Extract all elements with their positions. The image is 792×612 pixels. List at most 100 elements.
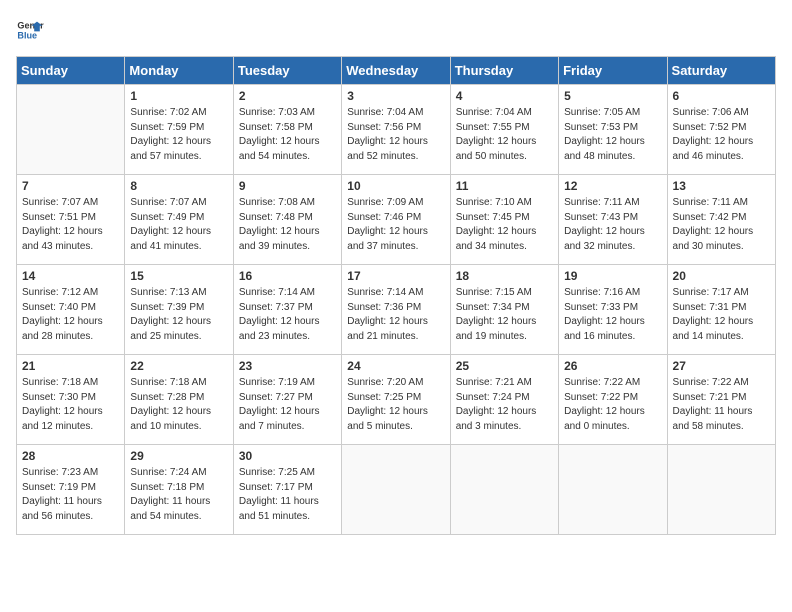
day-number: 1 [130, 89, 227, 103]
day-number: 2 [239, 89, 336, 103]
day-number: 11 [456, 179, 553, 193]
day-number: 5 [564, 89, 661, 103]
day-number: 4 [456, 89, 553, 103]
day-number: 26 [564, 359, 661, 373]
calendar-cell: 19 Sunrise: 7:16 AM Sunset: 7:33 PM Dayli… [559, 265, 667, 355]
calendar-cell [559, 445, 667, 535]
calendar-cell: 15 Sunrise: 7:13 AM Sunset: 7:39 PM Dayli… [125, 265, 233, 355]
logo: General Blue [16, 16, 44, 44]
calendar-cell [342, 445, 450, 535]
day-number: 6 [673, 89, 770, 103]
calendar-cell: 13 Sunrise: 7:11 AM Sunset: 7:42 PM Dayli… [667, 175, 775, 265]
calendar-cell: 18 Sunrise: 7:15 AM Sunset: 7:34 PM Dayli… [450, 265, 558, 355]
day-info: Sunrise: 7:11 AM Sunset: 7:42 PM Dayligh… [673, 196, 770, 254]
calendar-cell: 8 Sunrise: 7:07 AM Sunset: 7:49 PM Daylig… [125, 175, 233, 265]
calendar-cell: 5 Sunrise: 7:05 AM Sunset: 7:53 PM Daylig… [559, 85, 667, 175]
day-info: Sunrise: 7:06 AM Sunset: 7:52 PM Dayligh… [673, 106, 770, 164]
day-info: Sunrise: 7:22 AM Sunset: 7:21 PM Dayligh… [673, 376, 770, 434]
day-header: Saturday [667, 57, 775, 85]
calendar-cell [17, 85, 125, 175]
calendar-cell: 23Sunrise: 7:19 AM Sunset: 7:27 PM Dayli… [233, 355, 341, 445]
calendar-cell: 11 Sunrise: 7:10 AM Sunset: 7:45 PM Dayli… [450, 175, 558, 265]
day-number: 28 [22, 449, 119, 463]
day-info: Sunrise: 7:09 AM Sunset: 7:46 PM Dayligh… [347, 196, 444, 254]
day-number: 24 [347, 359, 444, 373]
day-info: Sunrise: 7:18 AM Sunset: 7:30 PM Dayligh… [22, 376, 119, 434]
day-info: Sunrise: 7:18 AM Sunset: 7:28 PM Dayligh… [130, 376, 227, 434]
day-number: 8 [130, 179, 227, 193]
calendar-table: SundayMondayTuesdayWednesdayThursdayFrid… [16, 56, 776, 535]
day-info: Sunrise: 7:25 AM Sunset: 7:17 PM Dayligh… [239, 466, 336, 524]
calendar-cell: 16Sunrise: 7:14 AM Sunset: 7:37 PM Dayli… [233, 265, 341, 355]
day-info: Sunrise: 7:13 AM Sunset: 7:39 PM Dayligh… [130, 286, 227, 344]
day-number: 17 [347, 269, 444, 283]
calendar-week: 21 Sunrise: 7:18 AM Sunset: 7:30 PM Dayli… [17, 355, 776, 445]
calendar-cell [667, 445, 775, 535]
day-info: Sunrise: 7:14 AM Sunset: 7:37 PM Dayligh… [239, 286, 336, 344]
calendar-cell: 29 Sunrise: 7:24 AM Sunset: 7:18 PM Dayli… [125, 445, 233, 535]
day-header: Wednesday [342, 57, 450, 85]
day-info: Sunrise: 7:14 AM Sunset: 7:36 PM Dayligh… [347, 286, 444, 344]
day-info: Sunrise: 7:23 AM Sunset: 7:19 PM Dayligh… [22, 466, 119, 524]
day-number: 18 [456, 269, 553, 283]
day-info: Sunrise: 7:04 AM Sunset: 7:56 PM Dayligh… [347, 106, 444, 164]
day-header: Tuesday [233, 57, 341, 85]
day-info: Sunrise: 7:05 AM Sunset: 7:53 PM Dayligh… [564, 106, 661, 164]
day-header: Friday [559, 57, 667, 85]
calendar-cell: 10 Sunrise: 7:09 AM Sunset: 7:46 PM Dayli… [342, 175, 450, 265]
day-info: Sunrise: 7:02 AM Sunset: 7:59 PM Dayligh… [130, 106, 227, 164]
day-header: Sunday [17, 57, 125, 85]
calendar-cell: 17 Sunrise: 7:14 AM Sunset: 7:36 PM Dayli… [342, 265, 450, 355]
calendar-cell: 26Sunrise: 7:22 AM Sunset: 7:22 PM Dayli… [559, 355, 667, 445]
calendar-cell: 28 Sunrise: 7:23 AM Sunset: 7:19 PM Dayli… [17, 445, 125, 535]
day-info: Sunrise: 7:16 AM Sunset: 7:33 PM Dayligh… [564, 286, 661, 344]
day-info: Sunrise: 7:21 AM Sunset: 7:24 PM Dayligh… [456, 376, 553, 434]
calendar-week: 14 Sunrise: 7:12 AM Sunset: 7:40 PM Dayli… [17, 265, 776, 355]
day-number: 22 [130, 359, 227, 373]
day-number: 27 [673, 359, 770, 373]
day-number: 19 [564, 269, 661, 283]
calendar-cell: 25 Sunrise: 7:21 AM Sunset: 7:24 PM Dayli… [450, 355, 558, 445]
day-info: Sunrise: 7:20 AM Sunset: 7:25 PM Dayligh… [347, 376, 444, 434]
day-number: 13 [673, 179, 770, 193]
calendar-week: 28 Sunrise: 7:23 AM Sunset: 7:19 PM Dayli… [17, 445, 776, 535]
calendar-cell: 7Sunrise: 7:07 AM Sunset: 7:51 PM Daylig… [17, 175, 125, 265]
calendar-cell: 12Sunrise: 7:11 AM Sunset: 7:43 PM Dayli… [559, 175, 667, 265]
day-number: 14 [22, 269, 119, 283]
calendar-cell: 21 Sunrise: 7:18 AM Sunset: 7:30 PM Dayli… [17, 355, 125, 445]
day-number: 7 [22, 179, 119, 193]
day-info: Sunrise: 7:11 AM Sunset: 7:43 PM Dayligh… [564, 196, 661, 254]
day-number: 23 [239, 359, 336, 373]
day-number: 3 [347, 89, 444, 103]
svg-text:Blue: Blue [17, 30, 37, 40]
calendar-cell: 4 Sunrise: 7:04 AM Sunset: 7:55 PM Daylig… [450, 85, 558, 175]
day-info: Sunrise: 7:04 AM Sunset: 7:55 PM Dayligh… [456, 106, 553, 164]
day-header: Thursday [450, 57, 558, 85]
day-info: Sunrise: 7:07 AM Sunset: 7:49 PM Dayligh… [130, 196, 227, 254]
day-info: Sunrise: 7:03 AM Sunset: 7:58 PM Dayligh… [239, 106, 336, 164]
calendar-cell: 3 Sunrise: 7:04 AM Sunset: 7:56 PM Daylig… [342, 85, 450, 175]
day-info: Sunrise: 7:12 AM Sunset: 7:40 PM Dayligh… [22, 286, 119, 344]
day-number: 10 [347, 179, 444, 193]
day-info: Sunrise: 7:10 AM Sunset: 7:45 PM Dayligh… [456, 196, 553, 254]
calendar-cell: 2 Sunrise: 7:03 AM Sunset: 7:58 PM Daylig… [233, 85, 341, 175]
day-info: Sunrise: 7:24 AM Sunset: 7:18 PM Dayligh… [130, 466, 227, 524]
day-info: Sunrise: 7:08 AM Sunset: 7:48 PM Dayligh… [239, 196, 336, 254]
calendar-cell: 9 Sunrise: 7:08 AM Sunset: 7:48 PM Daylig… [233, 175, 341, 265]
day-number: 25 [456, 359, 553, 373]
calendar-cell: 22 Sunrise: 7:18 AM Sunset: 7:28 PM Dayli… [125, 355, 233, 445]
calendar-cell: 20Sunrise: 7:17 AM Sunset: 7:31 PM Dayli… [667, 265, 775, 355]
day-number: 9 [239, 179, 336, 193]
day-number: 29 [130, 449, 227, 463]
calendar-cell: 24 Sunrise: 7:20 AM Sunset: 7:25 PM Dayli… [342, 355, 450, 445]
calendar-cell: 14 Sunrise: 7:12 AM Sunset: 7:40 PM Dayli… [17, 265, 125, 355]
day-info: Sunrise: 7:15 AM Sunset: 7:34 PM Dayligh… [456, 286, 553, 344]
calendar-week: 1 Sunrise: 7:02 AM Sunset: 7:59 PM Daylig… [17, 85, 776, 175]
day-number: 30 [239, 449, 336, 463]
day-number: 15 [130, 269, 227, 283]
calendar-cell: 6 Sunrise: 7:06 AM Sunset: 7:52 PM Daylig… [667, 85, 775, 175]
page-header: General Blue [16, 16, 776, 44]
day-header: Monday [125, 57, 233, 85]
day-number: 21 [22, 359, 119, 373]
calendar-week: 7Sunrise: 7:07 AM Sunset: 7:51 PM Daylig… [17, 175, 776, 265]
